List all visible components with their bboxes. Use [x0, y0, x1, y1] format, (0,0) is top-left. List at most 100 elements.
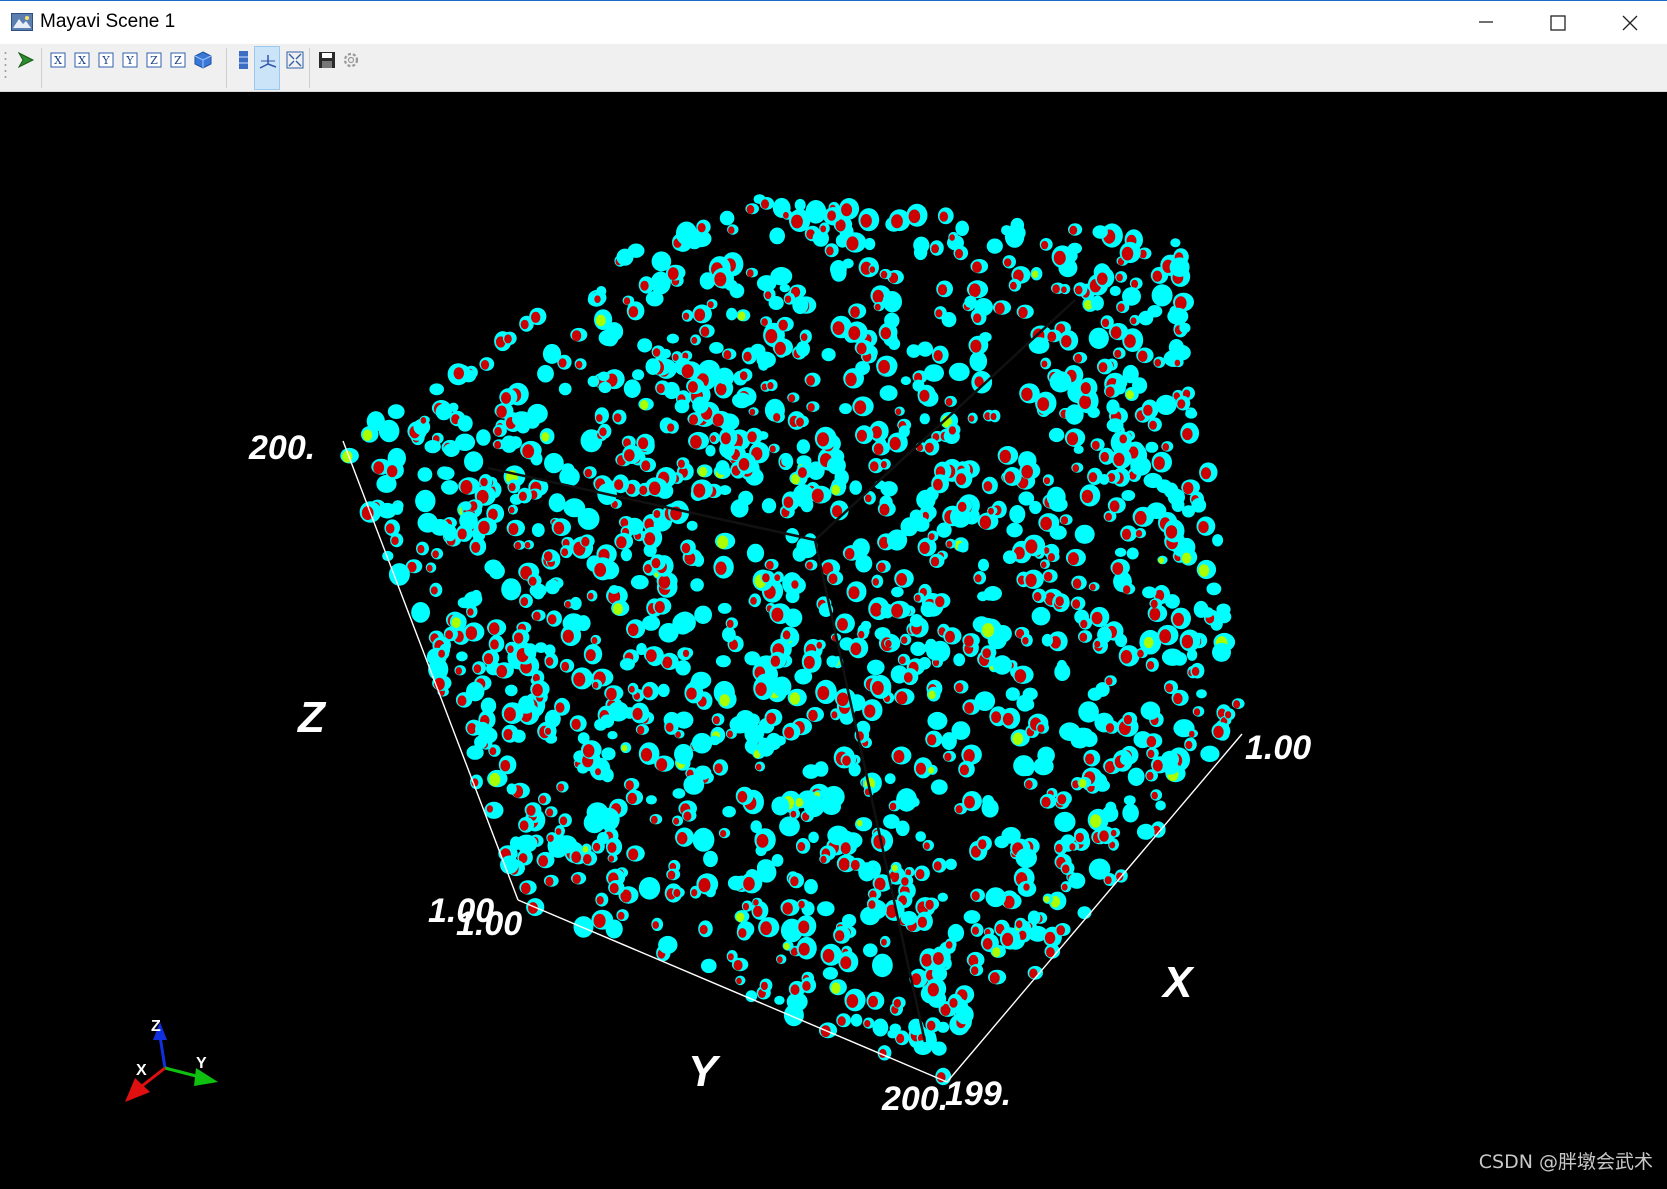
particle-cut-face [1047, 553, 1055, 562]
particle-blob [675, 221, 698, 246]
particle-cut-face [836, 692, 849, 707]
particle-cut-face [686, 687, 697, 700]
particle-cut-face [944, 752, 952, 762]
particle-cut-face [964, 635, 974, 647]
particle-cut-face [467, 608, 474, 616]
particle-cut-face [652, 348, 661, 357]
particle-cut-face [1074, 353, 1083, 363]
particle-cut-face [623, 297, 631, 305]
particle-cut-face [1233, 700, 1241, 709]
particle-blob [919, 413, 930, 425]
particle-cut-face [712, 715, 720, 725]
particle-cut-face [963, 749, 975, 763]
particle-cut-face [531, 311, 541, 323]
particle-blob [981, 799, 999, 818]
particle-cut-face [1022, 637, 1029, 645]
particle-cut-face [790, 876, 799, 887]
particle-blob [955, 220, 969, 236]
particle-blob [388, 563, 410, 586]
particle-cut-face [720, 432, 731, 445]
particle-blob [941, 312, 957, 328]
configure-scene-button[interactable] [340, 49, 362, 71]
particle-blob [619, 658, 635, 671]
particle-blob [501, 435, 518, 453]
particle-cut-face [1114, 349, 1122, 358]
minimize-button[interactable] [1453, 1, 1519, 45]
particle-cut-face [609, 883, 619, 894]
parallel-projection-button[interactable] [233, 49, 255, 71]
particle-cut-face [1121, 528, 1132, 540]
save-button[interactable] [316, 49, 338, 71]
view-y-minus-button[interactable]: Y [120, 49, 142, 71]
particle-cut-face [1174, 359, 1181, 367]
toolbar-separator [226, 48, 227, 88]
particle-cut-face [496, 665, 508, 678]
particle-blob [738, 490, 754, 506]
particle-blob [796, 341, 810, 357]
scene-canvas[interactable]: 200. 1.00 1.00 200. 1.00 199. Z Y X Z Y … [0, 92, 1667, 1184]
particle-blob [596, 286, 607, 297]
particle-cut-face [896, 573, 907, 586]
particle-cut-face [885, 640, 892, 648]
particle-blob [822, 785, 845, 808]
close-button[interactable] [1597, 1, 1663, 45]
particle-cut-face [559, 816, 568, 826]
particle-cut-face [607, 842, 617, 853]
particle-cut-face [500, 760, 511, 772]
particle-blob [1142, 586, 1157, 599]
particle-cut-face [891, 214, 903, 229]
particle-cut-face [783, 211, 789, 219]
particle-cut-face [926, 1020, 936, 1031]
particle-cut-face [756, 834, 769, 848]
particle-blob [1106, 399, 1120, 415]
particle-cut-face [1089, 814, 1102, 828]
view-x-plus-button[interactable]: X [48, 49, 70, 71]
particle-cut-face [1165, 683, 1174, 693]
particle-cut-face [850, 306, 860, 318]
particle-blob [460, 501, 472, 511]
mayavi-pipeline-button[interactable] [15, 49, 37, 71]
particle-cut-face [925, 899, 934, 910]
particle-blob [435, 403, 452, 421]
view-y-plus-button[interactable]: Y [96, 49, 118, 71]
particle-blob [524, 643, 537, 657]
particle-cut-face [1172, 612, 1184, 627]
particle-cut-face [988, 507, 994, 515]
particle-cut-face [581, 536, 590, 547]
maximize-button[interactable] [1525, 1, 1591, 45]
particle-blob [637, 338, 653, 353]
particle-blob [983, 586, 1003, 601]
view-x-minus-button[interactable]: X [72, 49, 94, 71]
particle-cut-face [717, 535, 729, 549]
render-viewport[interactable]: 200. 1.00 1.00 200. 1.00 199. Z Y X Z Y … [0, 92, 1667, 1184]
particle-cut-face [520, 319, 529, 330]
view-y-minus-icon: Y [122, 52, 138, 68]
particle-blob [474, 735, 488, 749]
particle-blob [1109, 285, 1121, 297]
particle-blob [913, 244, 928, 261]
full-screen-button[interactable] [284, 49, 306, 71]
particle-blob [1080, 728, 1093, 742]
particle-blob [761, 498, 777, 514]
scene-toolbar: X X Y Y Z Z [0, 44, 1667, 92]
particle-blob [771, 796, 790, 816]
isometric-view-button[interactable] [192, 49, 214, 71]
particle-blob [1170, 238, 1181, 248]
view-z-minus-button[interactable]: Z [168, 49, 190, 71]
particle-cut-face [933, 350, 943, 362]
particle-cut-face [457, 528, 467, 540]
particle-blob [587, 375, 600, 388]
particle-cut-face [520, 597, 529, 607]
particle-blob [1145, 441, 1159, 453]
view-z-plus-button[interactable]: Z [144, 49, 166, 71]
svg-text:Y: Y [125, 54, 134, 67]
particle-cut-face [816, 641, 823, 649]
toggle-axes-indicator-button[interactable] [254, 46, 280, 90]
particle-cut-face [831, 982, 841, 994]
particle-blob [1099, 474, 1110, 485]
particle-blob [948, 362, 970, 382]
particle-cut-face [538, 855, 549, 867]
particle-cut-face [921, 953, 933, 967]
particle-blob [855, 554, 873, 573]
particle-cut-face [749, 408, 756, 416]
